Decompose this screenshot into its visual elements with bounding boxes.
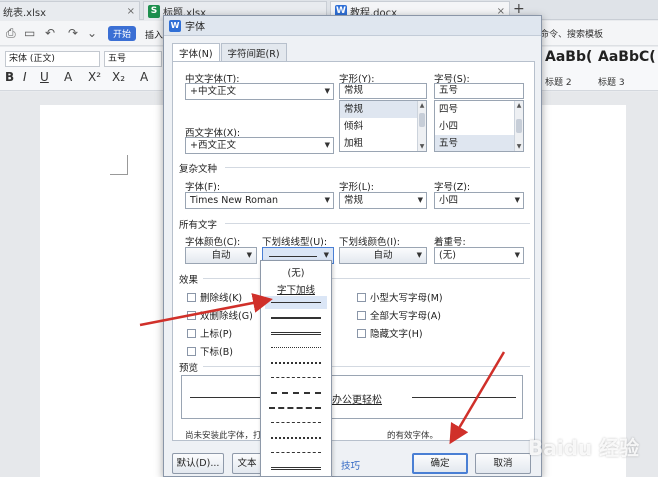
- arrow-to-underline-option: [139, 293, 273, 327]
- annotation-arrows: [139, 293, 506, 445]
- arrow-to-ok-button: [449, 351, 506, 445]
- baidu-watermark: Baidu 经验: [528, 436, 640, 460]
